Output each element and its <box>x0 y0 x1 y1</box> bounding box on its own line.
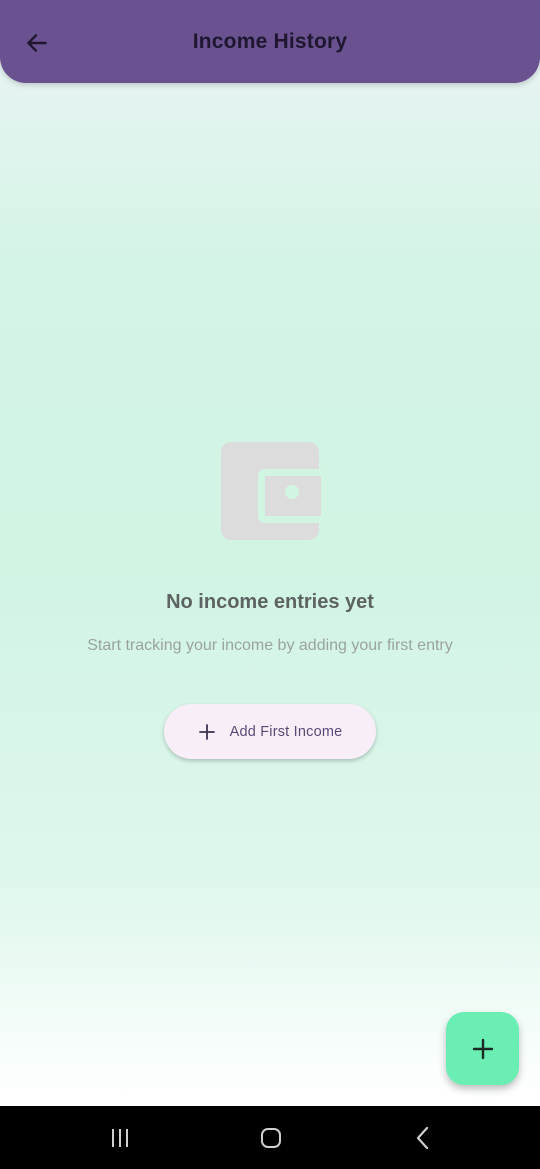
empty-state-title: No income entries yet <box>166 591 374 613</box>
system-back-button[interactable] <box>408 1124 438 1152</box>
home-icon <box>261 1128 281 1148</box>
plus-icon <box>472 1038 493 1059</box>
home-button[interactable] <box>256 1124 286 1152</box>
add-income-fab[interactable] <box>446 1012 519 1085</box>
page-title: Income History <box>192 30 348 53</box>
empty-state-subtitle: Start tracking your income by adding you… <box>87 637 453 654</box>
recent-apps-button[interactable] <box>105 1124 135 1152</box>
app-bar: Income History <box>0 0 540 83</box>
wallet-icon <box>219 440 325 544</box>
back-chevron-icon <box>416 1126 429 1150</box>
system-nav-bar <box>0 1106 540 1169</box>
plus-icon <box>198 723 215 740</box>
add-first-income-button[interactable]: Add First Income <box>164 704 376 759</box>
recent-apps-icon <box>112 1129 128 1147</box>
add-first-income-label: Add First Income <box>229 723 343 740</box>
